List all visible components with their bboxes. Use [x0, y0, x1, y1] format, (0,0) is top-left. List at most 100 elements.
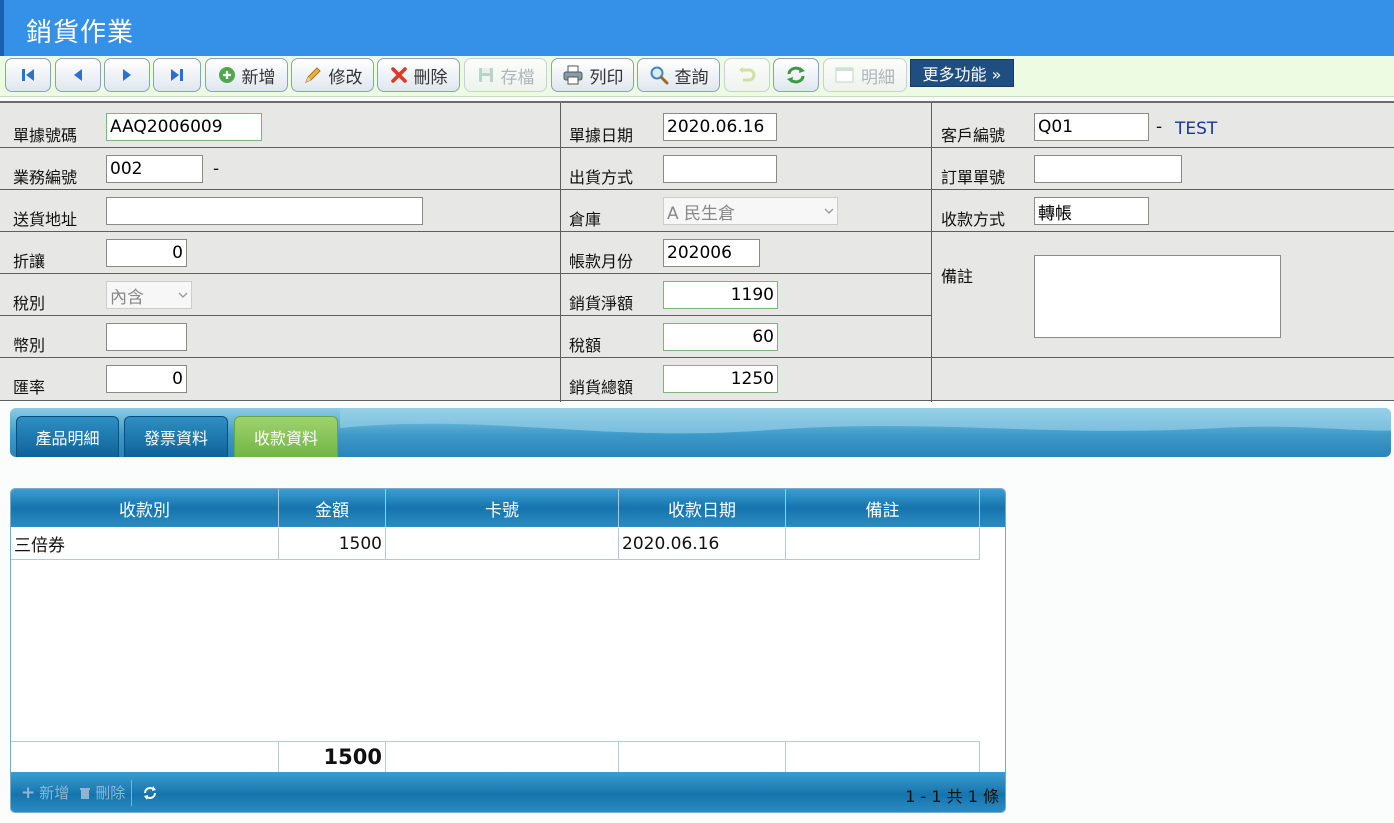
warehouse-value: A 民生倉	[667, 203, 736, 224]
cell-amount[interactable]: 1500	[279, 528, 386, 560]
plus-icon: +	[21, 782, 36, 803]
remark-label: 備註	[941, 267, 974, 286]
tab-invoice[interactable]: 發票資料	[124, 416, 228, 457]
last-record-button[interactable]	[153, 58, 201, 92]
prev-record-button[interactable]	[55, 58, 101, 92]
order-no-label: 訂單單號	[941, 168, 1006, 187]
grid-add-button[interactable]: + 新增	[21, 782, 69, 803]
plus-circle-icon	[218, 67, 235, 83]
tax-type-select[interactable]: 內含	[106, 281, 192, 309]
separator-dash: -	[213, 159, 220, 179]
customer-no-field[interactable]: Q01	[1034, 113, 1149, 141]
grid-refresh-button[interactable]	[142, 785, 158, 801]
divider	[931, 103, 932, 402]
separator-dash: -	[1156, 117, 1163, 137]
save-button[interactable]: 存檔	[464, 58, 547, 92]
prev-icon	[74, 69, 82, 81]
next-record-button[interactable]	[104, 58, 150, 92]
sales-no-field[interactable]: 002	[106, 155, 203, 183]
remark-textarea[interactable]	[1034, 255, 1281, 338]
doc-date-field[interactable]: 2020.06.16	[663, 113, 777, 141]
address-field[interactable]	[106, 197, 423, 225]
doc-no-field[interactable]: AAQ2006009	[106, 113, 262, 141]
divider	[0, 189, 1394, 190]
grid-delete-label: 刪除	[95, 784, 126, 802]
undo-button[interactable]	[724, 58, 770, 92]
grid-delete-button[interactable]: 刪除	[79, 782, 125, 803]
add-button[interactable]: 新增	[205, 58, 288, 92]
tax-type-label: 稅別	[13, 294, 46, 313]
pager-info: 1 - 1 共 1 條	[905, 787, 999, 806]
column-header[interactable]: 卡號	[386, 489, 619, 527]
delete-label: 刪除	[413, 67, 448, 88]
detail-button[interactable]: 明細	[823, 58, 907, 92]
tax-field[interactable]: 60	[663, 323, 778, 351]
footer-cell	[386, 741, 619, 773]
refresh-icon	[144, 785, 157, 800]
add-label: 新增	[241, 67, 276, 88]
account-month-field[interactable]: 202006	[663, 239, 760, 267]
edit-button[interactable]: 修改	[291, 58, 374, 92]
pager-divider	[131, 779, 133, 806]
cell-date[interactable]: 2020.06.16	[619, 528, 786, 560]
grid-add-label: 新增	[39, 784, 70, 802]
payment-method-field[interactable]: 轉帳	[1034, 197, 1149, 225]
query-button[interactable]: 查詢	[637, 58, 720, 92]
order-no-field[interactable]	[1034, 155, 1182, 183]
trash-icon	[80, 787, 91, 799]
divider	[0, 147, 1394, 148]
last-icon	[171, 69, 183, 81]
detail-label: 明細	[861, 67, 895, 88]
doc-no-label: 單據號碼	[13, 126, 78, 145]
warehouse-select[interactable]: A 民生倉	[663, 197, 838, 225]
cell-payment-type[interactable]: 三倍券	[11, 528, 279, 560]
pencil-icon	[304, 67, 321, 83]
first-record-button[interactable]	[5, 58, 51, 92]
divider	[0, 357, 1394, 358]
ship-method-label: 出貨方式	[569, 168, 634, 187]
chevron-down-icon	[824, 208, 834, 214]
more-functions-button[interactable]: 更多功能 »	[910, 59, 1014, 87]
chevron-down-icon	[178, 292, 188, 298]
currency-field[interactable]	[106, 323, 187, 351]
refresh-icon	[787, 66, 805, 84]
column-header[interactable]: 金額	[279, 489, 386, 527]
refresh-button[interactable]	[773, 58, 819, 92]
title-bar: 銷貨作業	[0, 0, 1394, 56]
ship-method-field[interactable]	[663, 155, 777, 183]
net-sales-label: 銷貨淨額	[569, 294, 634, 313]
cell-card-no[interactable]	[386, 528, 619, 560]
discount-field[interactable]: 0	[106, 239, 187, 267]
toolbar: 新增 修改 刪除 存檔 列印 查詢 明細 更多功能 »	[0, 56, 1394, 97]
address-label: 送貨地址	[13, 210, 78, 229]
tab-product-detail[interactable]: 產品明細	[16, 416, 119, 457]
query-label: 查詢	[674, 67, 709, 88]
detail-window-icon	[835, 67, 854, 83]
grid-header: 收款別 金額 卡號 收款日期 備註	[11, 489, 1005, 527]
undo-icon	[739, 67, 756, 82]
rate-field[interactable]: 0	[106, 365, 187, 393]
column-header[interactable]: 備註	[786, 489, 980, 527]
total-label: 銷貨總額	[569, 378, 634, 397]
net-sales-field[interactable]: 1190	[663, 281, 778, 309]
cell-note[interactable]	[786, 528, 980, 560]
rate-label: 匯率	[13, 378, 46, 397]
delete-button[interactable]: 刪除	[377, 58, 460, 92]
total-field[interactable]: 1250	[663, 365, 778, 393]
sales-form: 單據號碼 AAQ2006009 單據日期 2020.06.16 客戶編號 Q01…	[0, 101, 1394, 402]
save-label: 存檔	[500, 67, 535, 88]
tax-type-value: 內含	[110, 287, 144, 308]
page-title: 銷貨作業	[26, 18, 135, 48]
divider	[560, 103, 561, 402]
sum-amount: 1500	[279, 741, 386, 773]
column-header[interactable]: 收款日期	[619, 489, 786, 527]
customer-no-label: 客戶編號	[941, 126, 1006, 145]
tab-payment[interactable]: 收款資料	[234, 416, 338, 457]
footer-cell	[786, 741, 980, 773]
next-icon	[123, 69, 131, 81]
footer-cell	[11, 741, 279, 773]
print-button[interactable]: 列印	[551, 58, 634, 92]
payment-method-label: 收款方式	[941, 210, 1006, 229]
divider	[0, 400, 1394, 401]
column-header[interactable]: 收款別	[11, 489, 279, 527]
